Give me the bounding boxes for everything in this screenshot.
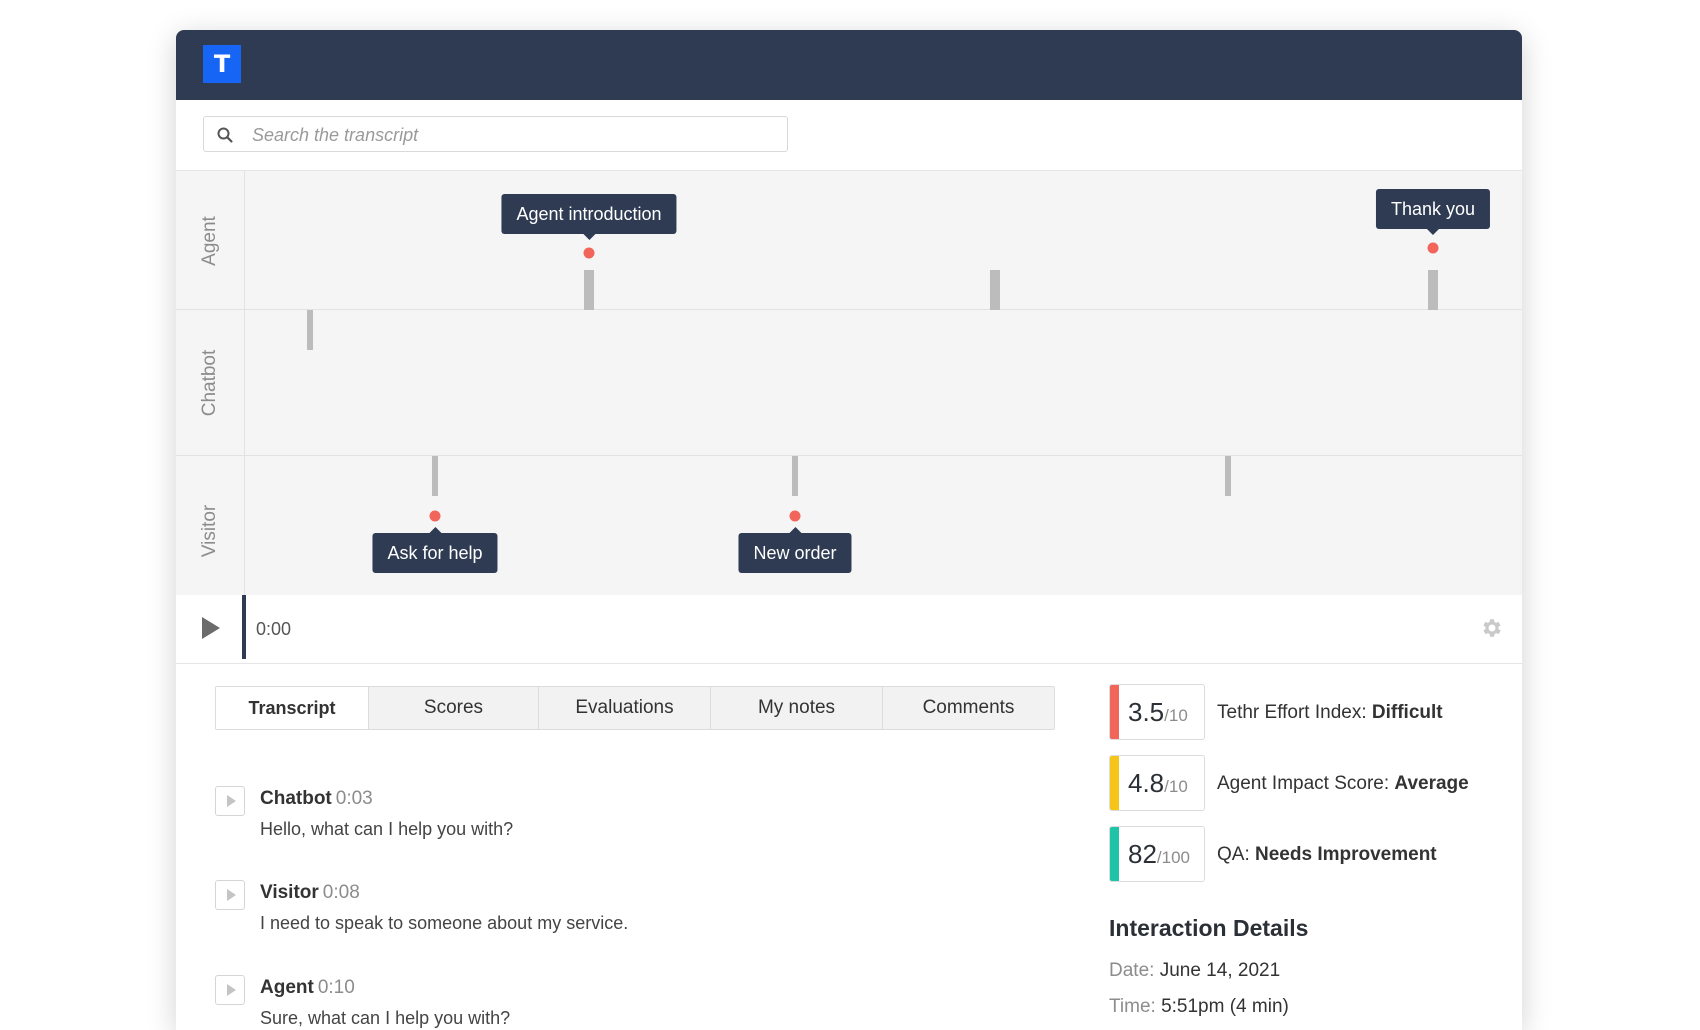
score-accent-bar bbox=[1110, 685, 1119, 739]
message-play-button[interactable] bbox=[215, 975, 245, 1005]
lane-visitor: Visitor bbox=[176, 456, 1522, 595]
conversation-timeline: Agent Chatbot Visitor Agent introduction… bbox=[176, 171, 1522, 595]
tag-ask-for-help[interactable]: Ask for help bbox=[372, 527, 498, 573]
message-time[interactable]: 0:03 bbox=[336, 788, 373, 809]
lane-chatbot: Chatbot bbox=[176, 310, 1522, 456]
score-level: Needs Improvement bbox=[1255, 844, 1437, 865]
play-button[interactable] bbox=[202, 617, 220, 639]
detail-tabs: Transcript Scores Evaluations My notes C… bbox=[215, 686, 1055, 730]
detail-time: Time: 5:51pm (4 min) bbox=[1109, 996, 1289, 1018]
score-max: /100 bbox=[1156, 848, 1191, 867]
timeline-tick-agent[interactable] bbox=[990, 270, 1000, 310]
tag-agent-introduction[interactable]: Agent introduction bbox=[501, 194, 677, 240]
tag-thank-you[interactable]: Thank you bbox=[1375, 189, 1491, 235]
timeline-tick-visitor[interactable] bbox=[792, 456, 798, 496]
search-box[interactable] bbox=[203, 116, 788, 152]
message-header: Agent 0:10 bbox=[260, 977, 355, 999]
detail-date-value: June 14, 2021 bbox=[1159, 960, 1281, 981]
score-accent-bar bbox=[1110, 756, 1119, 810]
score-accent-bar bbox=[1110, 827, 1119, 881]
tab-transcript[interactable]: Transcript bbox=[216, 687, 368, 729]
message-text: I need to speak to someone about my serv… bbox=[260, 913, 629, 933]
transcript-message: Visitor 0:08 I need to speak to someone a… bbox=[215, 880, 1015, 960]
message-play-button[interactable] bbox=[215, 880, 245, 910]
score-label: QA: Needs Improvement bbox=[1217, 844, 1437, 866]
message-play-button[interactable] bbox=[215, 786, 245, 816]
detail-date-label: Date: bbox=[1109, 960, 1155, 981]
lane-agent: Agent bbox=[176, 171, 1522, 310]
search-icon bbox=[217, 127, 233, 143]
timeline-tick-chatbot[interactable] bbox=[307, 310, 313, 350]
message-header: Visitor 0:08 bbox=[260, 882, 360, 904]
tab-comments[interactable]: Comments bbox=[882, 687, 1054, 729]
message-text: Sure, what can I help you with? bbox=[260, 1008, 511, 1028]
timeline-tick-agent[interactable] bbox=[584, 270, 594, 310]
search-bar bbox=[176, 100, 1522, 171]
event-marker-dot[interactable] bbox=[429, 510, 441, 522]
transcript-message: Agent 0:10 Sure, what can I help you with… bbox=[215, 975, 1015, 1030]
message-speaker: Chatbot bbox=[260, 788, 332, 809]
search-input[interactable] bbox=[250, 120, 774, 150]
score-box: 3.5/10 bbox=[1109, 684, 1205, 740]
score-value: 4.8/10 bbox=[1128, 768, 1188, 799]
score-row-agent-impact: 4.8/10 Agent Impact Score: Average bbox=[1109, 755, 1509, 811]
score-box: 82/100 bbox=[1109, 826, 1205, 882]
message-time[interactable]: 0:08 bbox=[323, 882, 360, 903]
score-label: Agent Impact Score: Average bbox=[1217, 773, 1469, 795]
tab-evaluations[interactable]: Evaluations bbox=[538, 687, 710, 729]
detail-date: Date: June 14, 2021 bbox=[1109, 960, 1280, 982]
tag-new-order[interactable]: New order bbox=[738, 527, 852, 573]
app-window: T Agent Chatbot Visitor bbox=[176, 30, 1522, 1030]
tab-my-notes[interactable]: My notes bbox=[710, 687, 882, 729]
score-row-qa: 82/100 QA: Needs Improvement bbox=[1109, 826, 1509, 882]
tethr-logo[interactable]: T bbox=[203, 45, 241, 83]
score-number: 82 bbox=[1128, 839, 1157, 869]
audio-player-bar: 0:00 bbox=[176, 595, 1522, 664]
detail-time-value: 5:51pm (4 min) bbox=[1161, 996, 1289, 1017]
score-box: 4.8/10 bbox=[1109, 755, 1205, 811]
score-max: /10 bbox=[1164, 706, 1188, 725]
message-text: Hello, what can I help you with? bbox=[260, 819, 514, 839]
score-value: 82/100 bbox=[1128, 839, 1190, 870]
transcript-message: Chatbot 0:03 Hello, what can I help you w… bbox=[215, 786, 1015, 866]
detail-time-label: Time: bbox=[1109, 996, 1156, 1017]
lane-label-column bbox=[176, 171, 245, 595]
score-label: Tethr Effort Index: Difficult bbox=[1217, 702, 1443, 724]
score-level: Difficult bbox=[1371, 702, 1443, 723]
event-marker-dot[interactable] bbox=[1427, 242, 1439, 254]
score-row-effort-index: 3.5/10 Tethr Effort Index: Difficult bbox=[1109, 684, 1509, 740]
event-marker-dot[interactable] bbox=[789, 510, 801, 522]
timeline-tick-visitor[interactable] bbox=[432, 456, 438, 496]
playhead[interactable] bbox=[242, 595, 246, 659]
score-number: 4.8 bbox=[1128, 768, 1165, 798]
message-speaker: Agent bbox=[260, 977, 314, 998]
score-level: Average bbox=[1394, 773, 1469, 794]
score-label-text: QA: bbox=[1217, 844, 1256, 865]
score-max: /10 bbox=[1164, 777, 1188, 796]
event-marker-dot[interactable] bbox=[583, 247, 595, 259]
gear-icon[interactable] bbox=[1480, 616, 1504, 640]
score-number: 3.5 bbox=[1128, 697, 1165, 727]
timeline-tick-agent[interactable] bbox=[1428, 270, 1438, 310]
current-time: 0:00 bbox=[256, 619, 292, 639]
tab-scores[interactable]: Scores bbox=[368, 687, 538, 729]
top-bar: T bbox=[176, 30, 1522, 100]
score-label-text: Tethr Effort Index: bbox=[1217, 702, 1372, 723]
message-header: Chatbot 0:03 bbox=[260, 788, 373, 810]
timeline-tick-visitor[interactable] bbox=[1225, 456, 1231, 496]
message-speaker: Visitor bbox=[260, 882, 319, 903]
score-label-text: Agent Impact Score: bbox=[1217, 773, 1395, 794]
score-value: 3.5/10 bbox=[1128, 697, 1188, 728]
message-time[interactable]: 0:10 bbox=[318, 977, 355, 998]
interaction-details-title: Interaction Details bbox=[1109, 915, 1309, 941]
